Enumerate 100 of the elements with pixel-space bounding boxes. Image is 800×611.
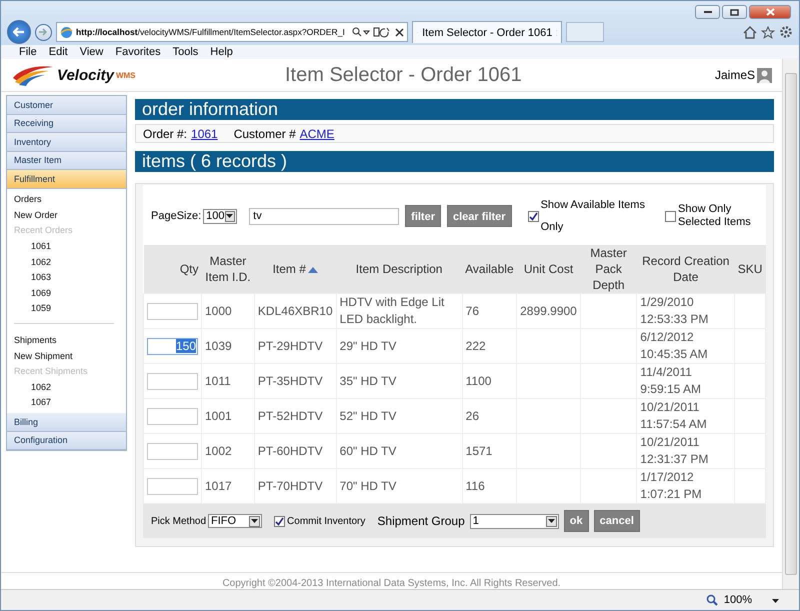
menu-item[interactable]: View bbox=[74, 46, 110, 58]
sidebar-heading: Recent Shipments bbox=[14, 365, 89, 378]
table-cell: PT-70HDTV bbox=[258, 478, 323, 492]
sidebar-link[interactable]: 1067 bbox=[14, 394, 126, 410]
browser-tab[interactable]: Item Selector - Order 1061 bbox=[412, 21, 562, 43]
table-cell: PT-52HDTV bbox=[258, 408, 323, 422]
zoom-icon bbox=[706, 594, 718, 606]
minimize-button[interactable] bbox=[695, 5, 720, 19]
address-bar[interactable]: http://localhost/velocityWMS/Fulfillment/ItemSelector.aspx?ORDER_I bbox=[56, 22, 408, 42]
logo-suffix: WMS bbox=[116, 71, 136, 80]
sidebar-link[interactable]: 1059 bbox=[14, 300, 126, 316]
table-cell: 1011 bbox=[205, 374, 231, 388]
sidebar-link[interactable]: 1061 bbox=[14, 238, 126, 254]
column-header[interactable]: Qty bbox=[144, 245, 202, 294]
sidebar-link[interactable]: New Shipment bbox=[14, 348, 126, 364]
scrollbar[interactable] bbox=[782, 59, 799, 589]
sidebar-link[interactable]: 1063 bbox=[14, 269, 126, 286]
column-header[interactable]: Item # bbox=[254, 245, 336, 294]
sort-icon bbox=[308, 267, 318, 273]
cancel-button[interactable]: cancel bbox=[594, 510, 640, 532]
table-cell: 11/4/2011 9:59:15 AM bbox=[640, 365, 702, 396]
table-cell: 70" HD TV bbox=[340, 478, 396, 492]
page-size-select[interactable]: 100 bbox=[203, 208, 238, 224]
qty-field[interactable] bbox=[147, 372, 198, 390]
table-cell: PT-35HDTV bbox=[258, 374, 323, 388]
sidebar-link[interactable]: New Order bbox=[14, 207, 126, 223]
qty-field[interactable] bbox=[147, 302, 198, 320]
home-icon[interactable] bbox=[743, 26, 757, 38]
minimize-icon bbox=[704, 10, 712, 14]
qty-field[interactable] bbox=[147, 408, 198, 424]
close-button[interactable] bbox=[749, 5, 791, 19]
table-cell: 6/12/2012 10:45:35 AM bbox=[640, 330, 708, 361]
checkbox[interactable] bbox=[528, 210, 539, 222]
section-header: order information bbox=[135, 99, 774, 120]
column-header[interactable]: Available bbox=[462, 245, 517, 294]
menu-item[interactable]: File bbox=[13, 46, 43, 58]
column-header[interactable]: Item Description bbox=[336, 245, 462, 294]
table-cell: 1/17/2012 1:07:21 PM bbox=[640, 470, 702, 501]
user-icon[interactable] bbox=[757, 68, 772, 82]
column-header[interactable]: Master Pack Depth bbox=[580, 245, 637, 294]
menu-item[interactable]: Favorites bbox=[109, 46, 167, 58]
menu-item[interactable]: Tools bbox=[166, 46, 204, 58]
star-icon[interactable] bbox=[761, 26, 775, 38]
table-cell: 29" HD TV bbox=[340, 338, 396, 352]
table-cell: PT-29HDTV bbox=[258, 338, 323, 352]
customer-label: Customer # bbox=[234, 126, 296, 140]
sidebar-section[interactable]: Inventory bbox=[7, 133, 126, 152]
address-tools-icon bbox=[352, 26, 392, 38]
table-cell: 1017 bbox=[205, 478, 232, 492]
arrow-left-icon bbox=[13, 27, 25, 37]
commit-inventory-label: Commit Inventory bbox=[287, 516, 366, 526]
sidebar-section[interactable]: Master Item bbox=[7, 152, 126, 170]
menu-item[interactable]: Help bbox=[204, 46, 239, 58]
stop-icon[interactable] bbox=[395, 28, 404, 36]
sidebar-section[interactable]: Customer bbox=[7, 96, 126, 114]
ok-button[interactable]: ok bbox=[564, 510, 589, 532]
checkbox[interactable] bbox=[274, 516, 286, 526]
sidebar-section[interactable]: Fulfillment bbox=[7, 170, 126, 188]
column-header[interactable]: Unit Cost bbox=[516, 245, 580, 294]
checkbox-label: Show Available Items Only bbox=[540, 198, 646, 235]
filter-field[interactable]: tv bbox=[249, 208, 400, 224]
section-header: items ( 6 records ) bbox=[135, 151, 774, 172]
caret-icon bbox=[226, 214, 234, 218]
table-cell: 26 bbox=[466, 408, 479, 422]
sidebar-section[interactable]: Receiving bbox=[7, 114, 126, 133]
sidebar-link[interactable]: 1062 bbox=[14, 254, 126, 270]
table-cell: 60" HD TV bbox=[340, 444, 396, 458]
forward-button[interactable] bbox=[35, 24, 52, 40]
column-header[interactable]: SKU bbox=[734, 245, 766, 294]
shipment-group-select[interactable]: 1 bbox=[470, 514, 559, 528]
settings-icon[interactable] bbox=[779, 25, 793, 39]
order-link[interactable]: 1061 bbox=[191, 126, 218, 140]
checkbox-label: Show Only Selected Items bbox=[678, 203, 752, 229]
sidebar-section[interactable]: Billing bbox=[7, 413, 126, 432]
check-icon bbox=[275, 516, 284, 526]
qty-field[interactable] bbox=[147, 442, 198, 460]
sidebar-section[interactable]: Configuration bbox=[7, 432, 126, 450]
column-header[interactable]: Record Creation Date bbox=[636, 245, 735, 294]
maximize-button[interactable] bbox=[722, 5, 747, 19]
column-header[interactable]: Master Item I.D. bbox=[202, 245, 254, 294]
qty-field[interactable]: 150 bbox=[147, 338, 198, 354]
qty-field[interactable] bbox=[147, 478, 198, 494]
checkbox[interactable] bbox=[665, 210, 676, 222]
table-cell: 222 bbox=[466, 338, 486, 352]
filter-button[interactable]: filter bbox=[405, 205, 441, 227]
sidebar-link[interactable]: Shipments bbox=[14, 332, 126, 348]
menu-item[interactable]: Edit bbox=[42, 46, 74, 58]
sidebar-link[interactable]: 1062 bbox=[14, 379, 126, 395]
check-icon bbox=[528, 212, 538, 220]
sidebar-link[interactable]: Orders bbox=[14, 192, 126, 208]
back-button[interactable] bbox=[7, 20, 31, 44]
logo-text: Velocity bbox=[57, 66, 114, 84]
clear-filter-button[interactable]: clear filter bbox=[447, 205, 512, 227]
pick-method-select[interactable]: FIFO bbox=[208, 514, 262, 528]
zoom-level[interactable]: 100% bbox=[724, 594, 752, 606]
customer-link[interactable]: ACME bbox=[300, 126, 334, 140]
table-cell: 2899.9900 bbox=[520, 304, 577, 318]
table-cell: 1002 bbox=[205, 444, 232, 458]
table-cell: 1039 bbox=[205, 338, 232, 352]
sidebar-link[interactable]: 1069 bbox=[14, 285, 126, 301]
